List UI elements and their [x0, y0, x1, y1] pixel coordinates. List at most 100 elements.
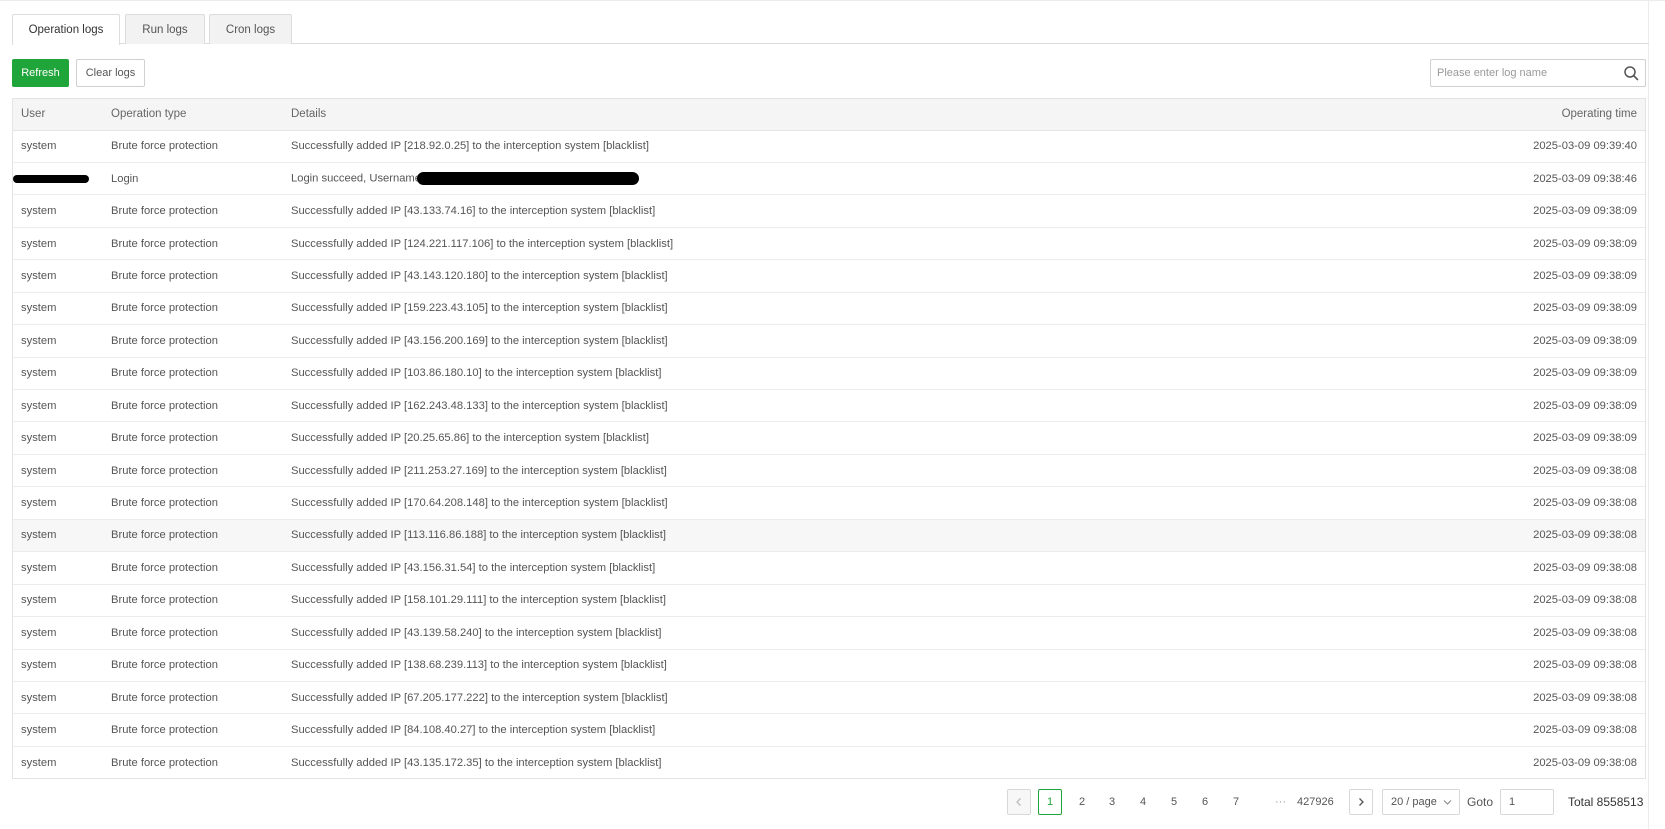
table-row: system Brute force protection Successfully… — [13, 421, 1645, 455]
page-5[interactable]: 5 — [1162, 789, 1186, 815]
cell-operation-type: Brute force protection — [103, 194, 283, 228]
total-count: Total 8558513 — [1568, 795, 1644, 809]
cell-operation-type: Brute force protection — [103, 421, 283, 455]
header-operating-time: Operating time — [1425, 99, 1645, 131]
tab-cron-logs[interactable]: Cron logs — [209, 14, 292, 44]
cell-details: Successfully added IP [43.139.58.240] to… — [283, 616, 1425, 650]
table-row: system Brute force protection Successfully… — [13, 681, 1645, 715]
cell-operation-type: Brute force protection — [103, 292, 283, 326]
cell-operating-time: 2025-03-09 09:38:09 — [1425, 227, 1645, 261]
cell-user: system — [13, 357, 103, 391]
table-row: system Brute force protection Successfully… — [13, 486, 1645, 520]
cell-details: Successfully added IP [159.223.43.105] t… — [283, 292, 1425, 326]
cell-user: system — [13, 227, 103, 261]
cell-operation-type: Brute force protection — [103, 551, 283, 585]
cell-details: Successfully added IP [43.143.120.180] t… — [283, 259, 1425, 293]
cell-operation-type: Brute force protection — [103, 357, 283, 391]
cell-details: Successfully added IP [84.108.40.27] to … — [283, 713, 1425, 747]
cell-operating-time: 2025-03-09 09:38:09 — [1425, 292, 1645, 326]
page-size-label: 20 / page — [1391, 796, 1437, 808]
cell-operating-time: 2025-03-09 09:38:08 — [1425, 519, 1645, 553]
header-user: User — [13, 99, 103, 131]
goto-page-input[interactable] — [1500, 789, 1554, 815]
cell-operation-type: Brute force protection — [103, 649, 283, 682]
cell-user: system — [13, 681, 103, 715]
cell-operation-type: Brute force protection — [103, 616, 283, 650]
page-7[interactable]: 7 — [1224, 789, 1248, 815]
cell-operating-time: 2025-03-09 09:38:08 — [1425, 486, 1645, 520]
cell-details: Successfully added IP [158.101.29.111] t… — [283, 584, 1425, 618]
prev-page-button[interactable] — [1007, 789, 1031, 815]
cell-operating-time: 2025-03-09 09:38:08 — [1425, 616, 1645, 650]
cell-operating-time: 2025-03-09 09:38:08 — [1425, 551, 1645, 585]
table-row: system Brute force protection Successfully… — [13, 194, 1645, 228]
page-size-select[interactable]: 20 / page — [1382, 789, 1460, 815]
table-row: system Brute force protection Successfully… — [13, 357, 1645, 391]
cell-operating-time: 2025-03-09 09:38:08 — [1425, 713, 1645, 747]
page-4[interactable]: 4 — [1131, 789, 1155, 815]
cell-operating-time: 2025-03-09 09:38:46 — [1425, 162, 1645, 196]
cell-user: system — [13, 324, 103, 358]
cell-operating-time: 2025-03-09 09:38:09 — [1425, 421, 1645, 455]
cell-details: Successfully added IP [113.116.86.188] t… — [283, 519, 1425, 553]
table-row: system Brute force protection Successfully… — [13, 616, 1645, 650]
search-icon[interactable] — [1623, 65, 1639, 81]
table-row: system Brute force protection Successfully… — [13, 746, 1645, 778]
cell-operation-type: Brute force protection — [103, 389, 283, 423]
page-3[interactable]: 3 — [1100, 789, 1124, 815]
table-body: system Brute force protection Successfully… — [13, 130, 1645, 778]
cell-details: Successfully added IP [43.133.74.16] to … — [283, 194, 1425, 228]
top-border — [0, 0, 1665, 1]
log-table: User Operation type Details Operating ti… — [12, 98, 1646, 779]
page-6[interactable]: 6 — [1193, 789, 1217, 815]
cell-operation-type: Login — [103, 162, 283, 196]
cell-user: system — [13, 551, 103, 585]
cell-operating-time: 2025-03-09 09:38:08 — [1425, 681, 1645, 715]
table-row: system Brute force protection Successfully… — [13, 519, 1645, 553]
pagination-ellipsis: ··· — [1275, 796, 1286, 808]
cell-operation-type: Brute force protection — [103, 713, 283, 747]
cell-details: Successfully added IP [20.25.65.86] to t… — [283, 421, 1425, 455]
goto-label: Goto — [1467, 795, 1494, 809]
search-input[interactable] — [1431, 60, 1617, 86]
table-row: system Brute force protection Successfully… — [13, 649, 1645, 682]
cell-operation-type: Brute force protection — [103, 324, 283, 358]
cell-operating-time: 2025-03-09 09:39:40 — [1425, 130, 1645, 163]
cell-operation-type: Brute force protection — [103, 486, 283, 520]
pagination: 1234567 ··· 427926 20 / page Goto Total … — [0, 789, 1665, 815]
cell-operation-type: Brute force protection — [103, 454, 283, 488]
next-page-button[interactable] — [1349, 789, 1373, 815]
cell-operating-time: 2025-03-09 09:38:09 — [1425, 259, 1645, 293]
cell-operating-time: 2025-03-09 09:38:08 — [1425, 454, 1645, 488]
cell-details: Successfully added IP [218.92.0.25] to t… — [283, 130, 1425, 163]
page-2[interactable]: 2 — [1070, 789, 1094, 815]
cell-details: Successfully added IP [67.205.177.222] t… — [283, 681, 1425, 715]
table-row: system Brute force protection Successfully… — [13, 389, 1645, 423]
table-row: system Brute force protection Successfully… — [13, 227, 1645, 261]
refresh-button[interactable]: Refresh — [12, 59, 69, 87]
tab-run-logs[interactable]: Run logs — [125, 14, 205, 44]
table-row: system Brute force protection Successfully… — [13, 259, 1645, 293]
page-last[interactable]: 427926 — [1297, 789, 1334, 815]
cell-user — [13, 162, 103, 196]
cell-user: system — [13, 519, 103, 553]
clear-logs-button[interactable]: Clear logs — [76, 59, 145, 87]
tab-operation-logs[interactable]: Operation logs — [12, 14, 120, 45]
cell-user: system — [13, 421, 103, 455]
header-operation-type: Operation type — [103, 99, 283, 131]
cell-user: system — [13, 616, 103, 650]
page-1[interactable]: 1 — [1038, 789, 1062, 815]
table-row: system Brute force protection Successfully… — [13, 551, 1645, 585]
cell-operating-time: 2025-03-09 09:38:08 — [1425, 649, 1645, 682]
cell-operating-time: 2025-03-09 09:38:09 — [1425, 389, 1645, 423]
table-row: system Brute force protection Successfully… — [13, 292, 1645, 326]
cell-operation-type: Brute force protection — [103, 227, 283, 261]
cell-details: Successfully added IP [211.253.27.169] t… — [283, 454, 1425, 488]
cell-operating-time: 2025-03-09 09:38:09 — [1425, 324, 1645, 358]
chevron-down-icon — [1443, 800, 1452, 805]
cell-user: system — [13, 389, 103, 423]
cell-operating-time: 2025-03-09 09:38:08 — [1533, 756, 1637, 769]
table-row: system Brute force protection Successfully… — [13, 454, 1645, 488]
cell-user: system — [13, 130, 103, 163]
cell-operation-type: Brute force protection — [111, 756, 218, 769]
